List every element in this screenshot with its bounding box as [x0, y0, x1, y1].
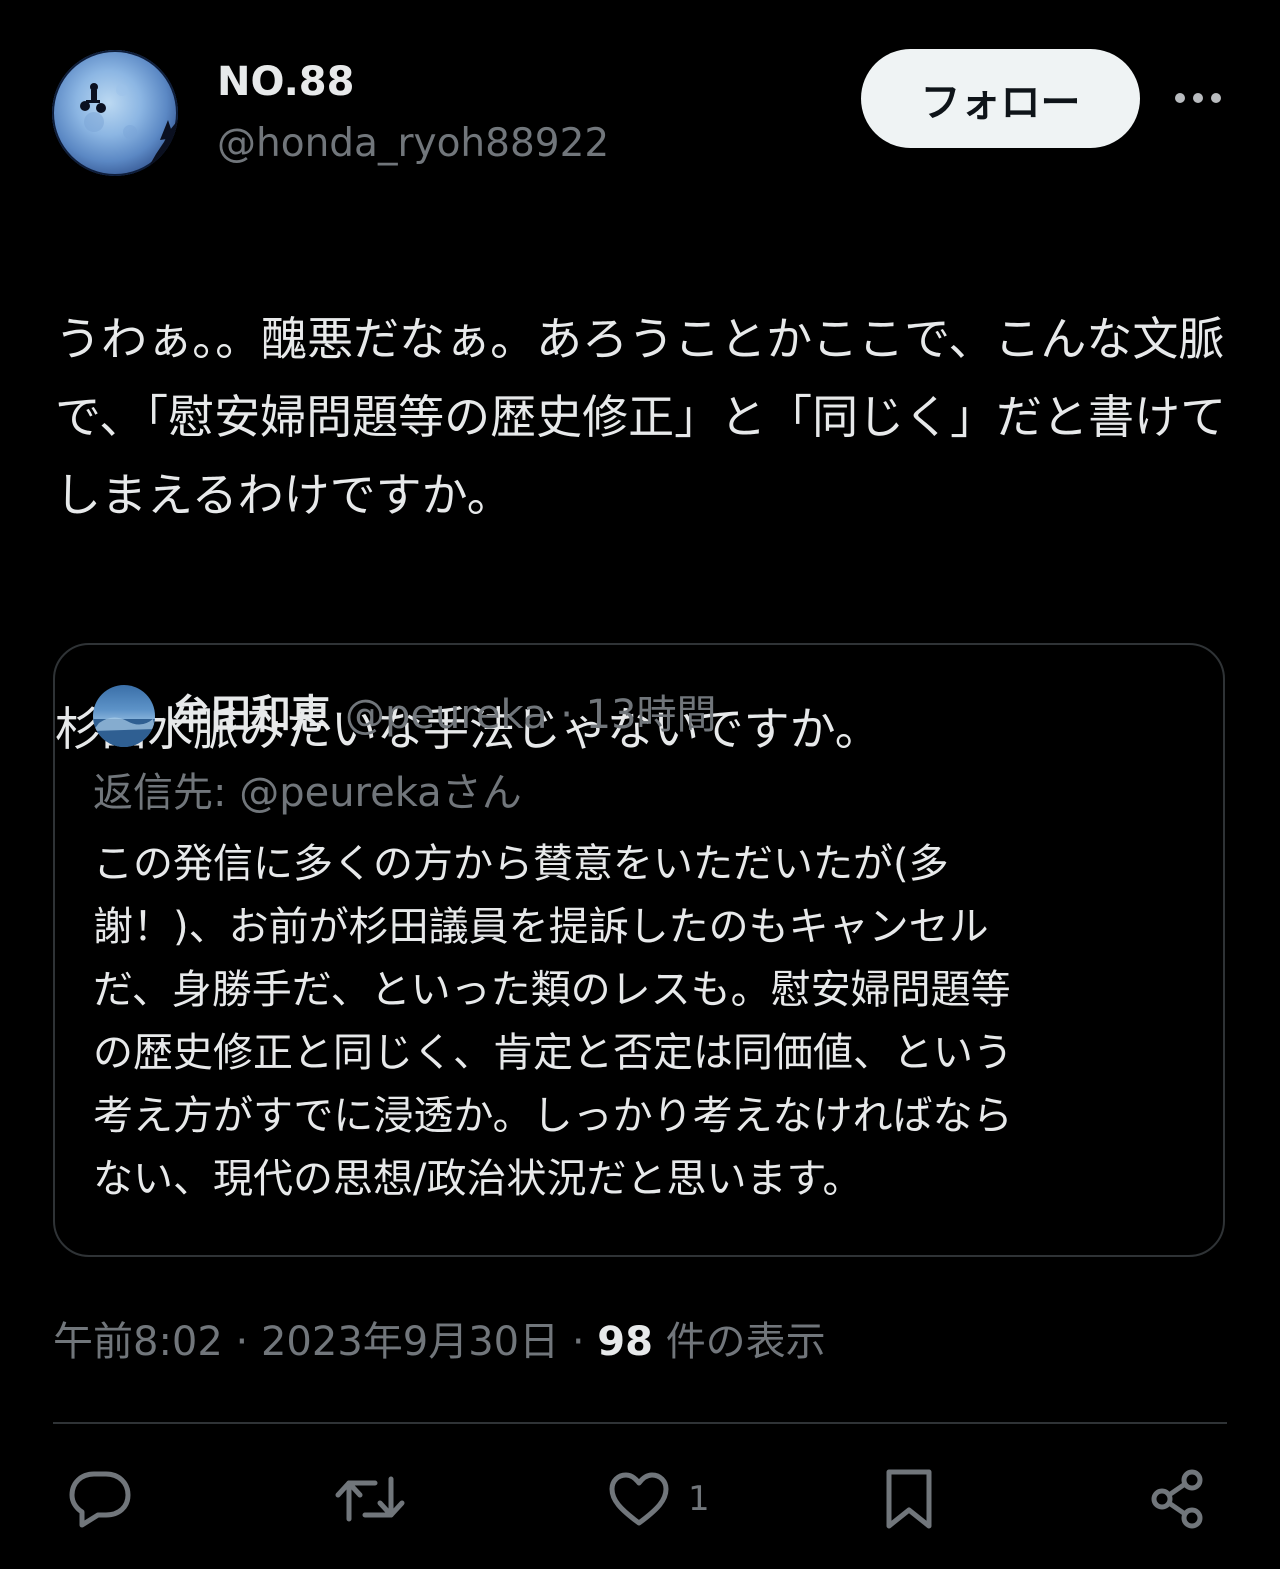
tweet-paragraph: うわぁ。。醜悪だなぁ。あろうことかここで、こんな文脈で、「慰安婦問題等の歴史修正… — [55, 312, 1227, 522]
quoted-header: 牟田和恵 @peureka · 13時間 — [171, 689, 717, 741]
quoted-text-line: の歴史修正と同じく、肯定と否定は同価値、という — [93, 1030, 1013, 1076]
quoted-display-name: 牟田和恵 — [171, 692, 331, 738]
quoted-text-line: ない、現代の思想/政治状況だと思います。 — [93, 1156, 863, 1202]
tweet-meta: 午前8:02 · 2023年9月30日 · 98 件の表示 — [53, 1312, 826, 1372]
quoted-time: 13時間 — [585, 692, 717, 738]
quoted-handle: @peureka — [345, 692, 548, 738]
moon-bicycle-icon — [80, 83, 178, 176]
meta-separator: · — [235, 1319, 249, 1365]
quoted-text: この発信に多くの方から賛意をいただいたが(多 謝！)、お前が杉田議員を提訴したの… — [93, 833, 1193, 1211]
reply-button[interactable] — [68, 1467, 132, 1531]
like-button[interactable]: 1 — [608, 1467, 710, 1531]
quoted-text-line: この発信に多くの方から賛意をいただいたが(多 — [93, 841, 949, 887]
views-label: 件の表示 — [665, 1319, 826, 1365]
follow-button[interactable]: フォロー — [861, 49, 1140, 148]
like-count: 1 — [688, 1479, 710, 1519]
retweet-button[interactable] — [335, 1467, 405, 1531]
reply-icon — [69, 1471, 131, 1528]
author-handle[interactable]: @honda_ryoh88922 — [217, 120, 609, 168]
quoted-text-line: 考え方がすでに浸透か。しっかり考えなければなら — [93, 1093, 1013, 1139]
heart-icon — [609, 1472, 669, 1526]
author-display-name[interactable]: NO.88 — [217, 58, 354, 106]
meta-separator: · — [571, 1319, 585, 1365]
share-icon — [1151, 1469, 1203, 1529]
avatar[interactable] — [52, 50, 178, 176]
share-button[interactable] — [1148, 1467, 1208, 1531]
quoted-text-line: 謝！)、お前が杉田議員を提訴したのもキャンセル — [93, 904, 989, 950]
views-count: 98 — [597, 1319, 653, 1365]
quoted-replying-to: 返信先: @peurekaさん — [93, 770, 522, 816]
quoted-text-line: だ、身勝手だ、といった類のレスも。慰安婦問題等 — [93, 967, 1011, 1013]
divider — [53, 1422, 1227, 1424]
tweet-date[interactable]: 2023年9月30日 — [261, 1319, 559, 1365]
bookmark-button[interactable] — [884, 1467, 934, 1531]
tweet-time[interactable]: 午前8:02 — [53, 1319, 223, 1365]
quoted-avatar — [93, 685, 155, 747]
retweet-icon — [335, 1476, 405, 1522]
bookmark-icon — [886, 1469, 932, 1529]
more-options-icon[interactable] — [1168, 80, 1228, 116]
quoted-separator: · — [560, 692, 573, 738]
quoted-tweet-card[interactable]: 牟田和恵 @peureka · 13時間 返信先: @peurekaさん この発信… — [53, 643, 1225, 1257]
